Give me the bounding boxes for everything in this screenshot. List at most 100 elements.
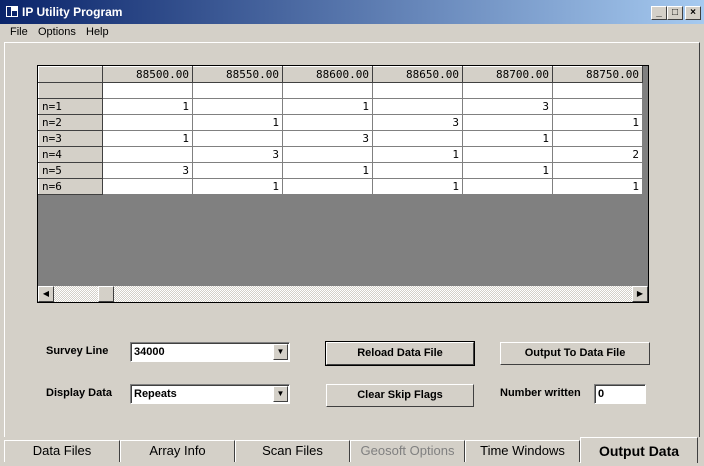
table-row: n=1 1 1 3: [38, 98, 643, 115]
reload-data-file-button[interactable]: Reload Data File: [325, 341, 475, 366]
display-data-label: Display Data: [46, 387, 113, 399]
horizontal-scrollbar[interactable]: ◀ ▶: [38, 286, 648, 302]
close-button[interactable]: ×: [685, 6, 701, 20]
survey-line-label: Survey Line: [46, 345, 109, 357]
survey-line-value: 34000: [134, 346, 165, 358]
grid-cell[interactable]: [462, 114, 553, 131]
column-header[interactable]: 88550.00: [192, 66, 283, 83]
title-bar: IP Utility Program _ □ ×: [0, 0, 704, 24]
grid-cell[interactable]: [372, 98, 463, 115]
table-row: n=5 3 1 1: [38, 162, 643, 179]
grid-cell[interactable]: [462, 146, 553, 163]
tab-scan-files[interactable]: Scan Files: [235, 440, 350, 462]
tab-array-info[interactable]: Array Info: [120, 440, 235, 462]
table-row: n=4 3 1 2: [38, 146, 643, 163]
grid-cell[interactable]: 3: [462, 98, 553, 115]
number-written-label: Number written: [500, 387, 581, 399]
tab-strip: Data Files Array Info Scan Files Geosoft…: [4, 437, 700, 463]
scroll-thumb[interactable]: [98, 286, 114, 302]
grid-cell[interactable]: 1: [462, 162, 553, 179]
grid-cell[interactable]: 1: [282, 162, 373, 179]
clear-skip-flags-button[interactable]: Clear Skip Flags: [326, 384, 474, 407]
grid-cell[interactable]: [282, 146, 373, 163]
grid-cell[interactable]: 3: [192, 146, 283, 163]
grid-cell[interactable]: [282, 82, 373, 99]
column-header[interactable]: 88700.00: [462, 66, 553, 83]
grid-cell[interactable]: 3: [102, 162, 193, 179]
table-row: [38, 82, 643, 99]
row-header[interactable]: n=2: [38, 114, 103, 131]
grid-cell[interactable]: [282, 114, 373, 131]
grid-cell[interactable]: 1: [192, 178, 283, 195]
grid-cell[interactable]: [192, 162, 283, 179]
table-row: n=3 1 3 1: [38, 130, 643, 147]
grid-cell[interactable]: [552, 98, 643, 115]
column-header[interactable]: 88650.00: [372, 66, 463, 83]
grid-cell[interactable]: 1: [462, 130, 553, 147]
grid-cell[interactable]: [102, 82, 193, 99]
row-header[interactable]: n=3: [38, 130, 103, 147]
grid-cell[interactable]: 1: [102, 98, 193, 115]
grid-cell[interactable]: 1: [192, 114, 283, 131]
scroll-left-icon[interactable]: ◀: [38, 286, 54, 302]
grid-cell[interactable]: 2: [552, 146, 643, 163]
table-row: n=2 1 3 1: [38, 114, 643, 131]
table-row: n=6 1 1 1: [38, 178, 643, 195]
grid-cell[interactable]: [102, 146, 193, 163]
grid-cell[interactable]: [192, 98, 283, 115]
grid-cell[interactable]: [372, 162, 463, 179]
grid-table: 88500.00 88550.00 88600.00 88650.00 8870…: [38, 66, 643, 195]
grid-cell[interactable]: 1: [372, 178, 463, 195]
number-written-value: 0: [598, 388, 605, 400]
grid-cell[interactable]: 3: [372, 114, 463, 131]
grid-cell[interactable]: 1: [372, 146, 463, 163]
tab-data-files[interactable]: Data Files: [4, 440, 120, 462]
display-data-select[interactable]: Repeats ▼: [130, 384, 290, 404]
grid-cell[interactable]: 1: [282, 98, 373, 115]
maximize-button[interactable]: □: [667, 6, 683, 20]
app-icon: [6, 6, 18, 17]
grid-cell[interactable]: [102, 178, 193, 195]
grid-cell[interactable]: [102, 114, 193, 131]
column-header[interactable]: 88600.00: [282, 66, 373, 83]
grid-cell[interactable]: [552, 162, 643, 179]
grid-cell[interactable]: [192, 82, 283, 99]
window-title: IP Utility Program: [22, 5, 123, 19]
chevron-down-icon[interactable]: ▼: [273, 344, 288, 360]
data-grid[interactable]: 88500.00 88550.00 88600.00 88650.00 8870…: [37, 65, 649, 303]
grid-cell[interactable]: 1: [552, 114, 643, 131]
row-header[interactable]: n=5: [38, 162, 103, 179]
number-written-field[interactable]: 0: [594, 384, 646, 404]
column-header[interactable]: 88750.00: [552, 66, 643, 83]
grid-cell[interactable]: [552, 130, 643, 147]
chevron-down-icon[interactable]: ▼: [273, 386, 288, 402]
menu-bar: File Options Help: [0, 24, 704, 42]
tab-geosoft-options[interactable]: Geosoft Options: [350, 440, 465, 462]
grid-cell[interactable]: [372, 82, 463, 99]
output-to-data-file-button[interactable]: Output To Data File: [500, 342, 650, 365]
display-data-value: Repeats: [134, 388, 177, 400]
row-header[interactable]: [38, 82, 103, 99]
tab-output-data[interactable]: Output Data: [580, 437, 698, 463]
grid-cell[interactable]: [282, 178, 373, 195]
scroll-right-icon[interactable]: ▶: [632, 286, 648, 302]
grid-cell[interactable]: 1: [102, 130, 193, 147]
grid-cell[interactable]: [192, 130, 283, 147]
row-header[interactable]: n=4: [38, 146, 103, 163]
grid-cell[interactable]: [462, 82, 553, 99]
survey-line-select[interactable]: 34000 ▼: [130, 342, 290, 362]
minimize-button[interactable]: _: [651, 6, 667, 20]
menu-file[interactable]: File: [10, 26, 28, 38]
grid-cell[interactable]: 3: [282, 130, 373, 147]
row-header[interactable]: n=6: [38, 178, 103, 195]
grid-cell[interactable]: 1: [552, 178, 643, 195]
tab-time-windows[interactable]: Time Windows: [465, 440, 580, 462]
grid-header-row: 88500.00 88550.00 88600.00 88650.00 8870…: [38, 66, 643, 83]
row-header[interactable]: n=1: [38, 98, 103, 115]
grid-cell[interactable]: [552, 82, 643, 99]
menu-options[interactable]: Options: [38, 26, 76, 38]
column-header[interactable]: 88500.00: [102, 66, 193, 83]
grid-cell[interactable]: [372, 130, 463, 147]
menu-help[interactable]: Help: [86, 26, 109, 38]
grid-cell[interactable]: [462, 178, 553, 195]
